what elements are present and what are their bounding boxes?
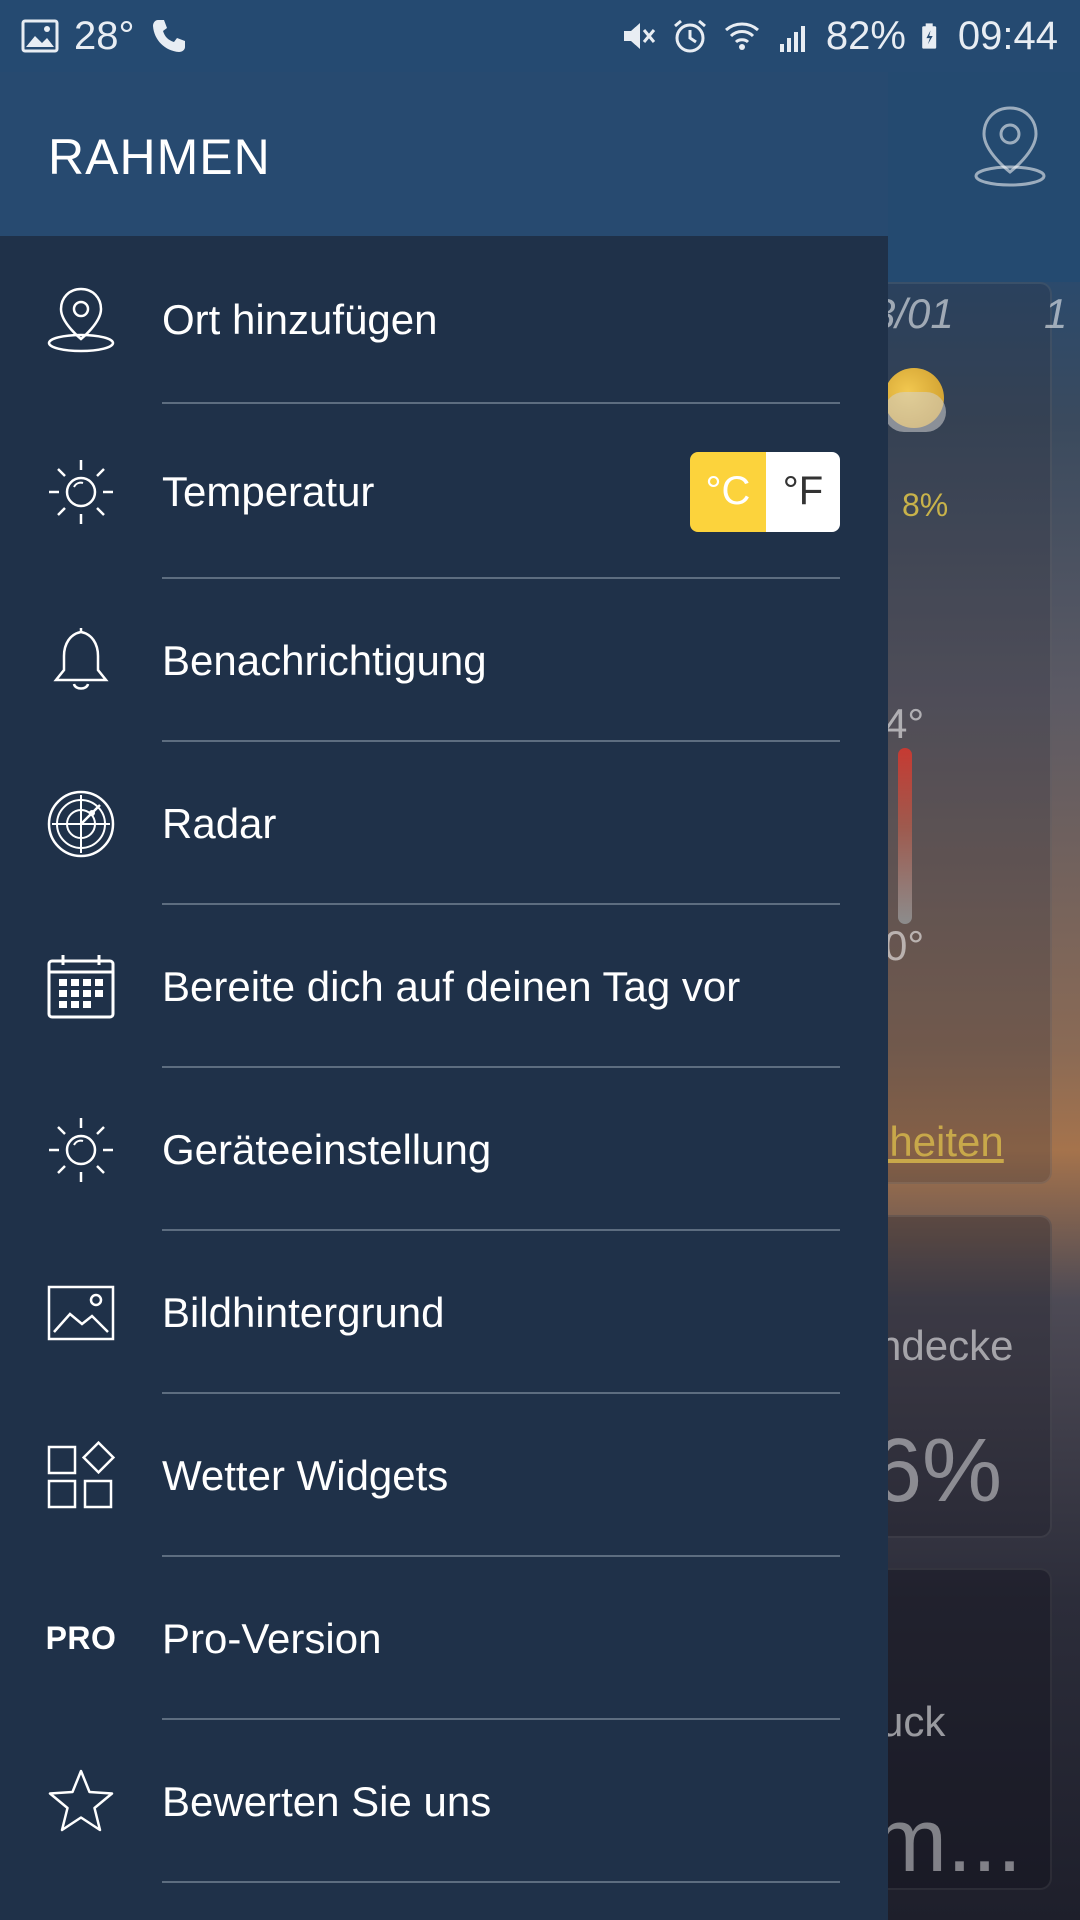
menu-item-wallpaper[interactable]: Bildhintergrund [0, 1231, 888, 1394]
menu-item-notification[interactable]: Benachrichtigung [0, 579, 888, 742]
high-temperature: 4° [884, 700, 925, 747]
menu-label: Geräteeinstellung [162, 1125, 492, 1173]
battery-charging-icon [922, 23, 937, 49]
forecast-date-next: 1 [1044, 290, 1068, 337]
menu-item-pro-version[interactable]: PRO Pro-Version [0, 1557, 888, 1720]
menu-label: Ort hinzufügen [162, 296, 438, 343]
cloud-cover-value: 6% [872, 1421, 1003, 1521]
fahrenheit-option[interactable]: °F [766, 451, 840, 532]
divider [162, 1881, 840, 1883]
navigation-drawer: RAHMEN Ort hinzufügen Temperatur °C °F B… [0, 72, 888, 1920]
precipitation-value: 8% [902, 487, 949, 523]
menu-item-rate-us[interactable]: Bewerten Sie uns [0, 1720, 888, 1883]
drawer-header: RAHMEN [0, 72, 888, 236]
signal-icon [779, 26, 805, 52]
temperature-range-bar [898, 748, 912, 924]
menu-label: Pro-Version [162, 1614, 382, 1662]
battery-percentage: 82% [825, 13, 906, 58]
pressure-label: uck [880, 1698, 946, 1745]
menu-label: Bildhintergrund [162, 1288, 445, 1336]
phone-icon [152, 20, 185, 52]
widgets-icon [46, 1440, 116, 1511]
cloud-cover-label: ndecke [878, 1322, 1014, 1369]
menu-item-radar[interactable]: Radar [0, 742, 888, 905]
menu-item-prepare-day[interactable]: Bereite dich auf deinen Tag vor [0, 905, 888, 1068]
calendar-icon [46, 952, 116, 1022]
details-link[interactable]: lheiten [880, 1118, 1004, 1166]
menu-item-device-settings[interactable]: Geräteeinstellung [0, 1068, 888, 1231]
status-bar: 28° 82% 09:44 [0, 0, 1080, 72]
menu-label: Benachrichtigung [162, 636, 487, 684]
alarm-icon [673, 19, 706, 53]
temperature-unit-toggle[interactable]: °C °F [690, 451, 840, 532]
menu-label: Bewerten Sie uns [162, 1777, 492, 1825]
menu-label: Bereite dich auf deinen Tag vor [162, 962, 741, 1010]
mute-icon [623, 23, 655, 49]
sun-icon [46, 457, 116, 527]
cloud-shape [884, 392, 946, 432]
drawer-menu: Ort hinzufügen Temperatur °C °F Benachri… [0, 236, 888, 1883]
wifi-icon [724, 22, 759, 50]
low-temperature: 0° [884, 922, 925, 969]
menu-item-add-location[interactable]: Ort hinzufügen [0, 236, 888, 404]
sun-icon [46, 1115, 116, 1185]
star-icon [46, 1767, 116, 1837]
menu-label: Radar [162, 799, 277, 847]
bell-icon [46, 626, 116, 696]
location-pin-icon [46, 285, 116, 355]
menu-label: Temperatur [162, 467, 375, 515]
drawer-title: RAHMEN [48, 129, 271, 185]
gallery-notification-icon [21, 19, 59, 53]
celsius-option[interactable]: °C [690, 451, 766, 532]
radar-icon [46, 789, 116, 859]
menu-item-temperature[interactable]: Temperatur °C °F [0, 404, 888, 579]
pro-badge-icon: PRO [46, 1604, 116, 1674]
location-pin-icon[interactable] [968, 100, 1052, 190]
status-temperature: 28° [74, 13, 135, 58]
pressure-value: m... [872, 1791, 1022, 1891]
menu-item-widgets[interactable]: Wetter Widgets [0, 1394, 888, 1557]
clock: 09:44 [957, 13, 1058, 58]
image-icon [46, 1278, 116, 1348]
pro-badge-text: PRO [45, 1620, 117, 1656]
menu-label: Wetter Widgets [162, 1451, 449, 1499]
